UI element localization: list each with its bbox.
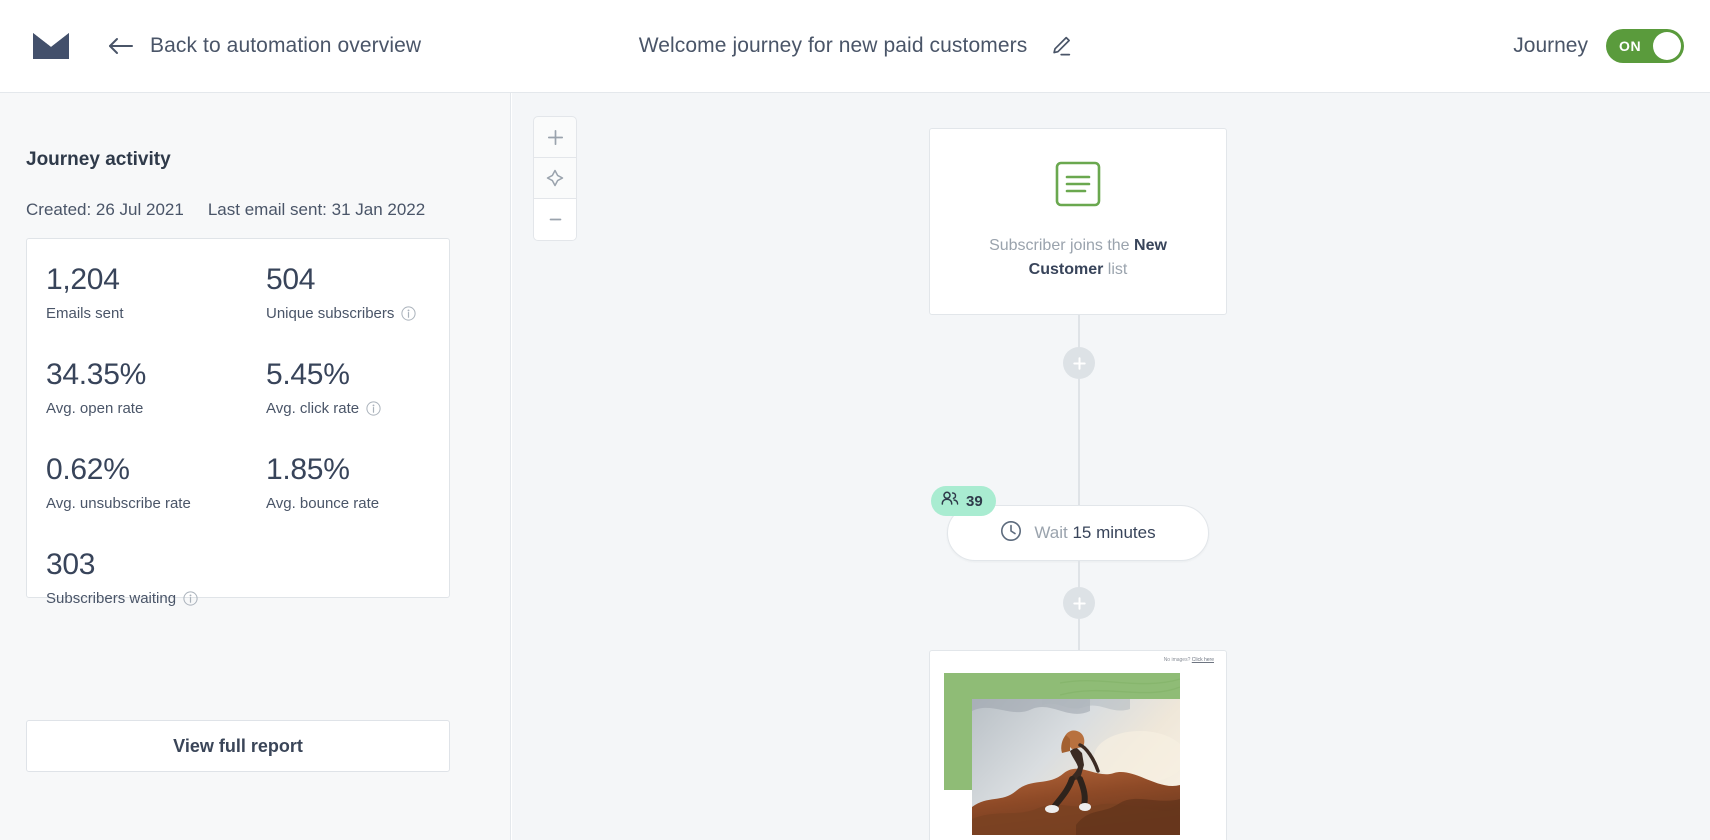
zoom-in-icon[interactable] bbox=[534, 117, 576, 158]
subscribers-in-step-badge: 39 bbox=[931, 486, 996, 516]
arrow-left-icon bbox=[108, 36, 134, 56]
hero-photo-hiker bbox=[972, 699, 1180, 835]
stats-card: 1,204 Emails sent 504 Unique subscribers bbox=[26, 238, 450, 607]
stat-value: 1,204 bbox=[46, 263, 120, 296]
stat-label: Subscribers waiting bbox=[46, 590, 266, 607]
back-link-label: Back to automation overview bbox=[150, 34, 422, 57]
stat-label: Avg. bounce rate bbox=[266, 495, 436, 512]
stat-label-text: Avg. open rate bbox=[46, 400, 144, 417]
journey-toggle-label: Journey bbox=[1513, 34, 1588, 57]
journey-on-off-toggle[interactable]: ON bbox=[1606, 29, 1684, 63]
zoom-controls bbox=[533, 116, 577, 241]
wait-node-wrapper: 39 Wait 15 minutes bbox=[931, 486, 1209, 561]
plus-icon bbox=[1072, 596, 1086, 610]
pencil-edit-icon[interactable] bbox=[1049, 35, 1071, 57]
journey-activity-sidebar: Journey activity Created: 26 Jul 2021 La… bbox=[0, 93, 511, 840]
sidebar-dates: Created: 26 Jul 2021 Last email sent: 31… bbox=[26, 200, 425, 220]
no-images-notice: No images? Click here bbox=[1164, 657, 1214, 663]
stat-avg-open-rate: 34.35% Avg. open rate bbox=[46, 358, 266, 417]
clock-icon bbox=[1000, 520, 1022, 547]
stat-emails-sent: 1,204 Emails sent bbox=[46, 263, 266, 322]
stat-label: Avg. unsubscribe rate bbox=[46, 495, 266, 512]
email-hero-image bbox=[942, 673, 1214, 840]
stat-value: 5.45% bbox=[266, 358, 350, 391]
stat-label-text: Subscribers waiting bbox=[46, 590, 177, 607]
connector-line bbox=[1078, 379, 1080, 507]
list-icon bbox=[1055, 161, 1101, 212]
stat-label-text: Unique subscribers bbox=[266, 305, 395, 322]
back-to-automation-overview-link[interactable]: Back to automation overview bbox=[108, 34, 421, 58]
wait-text-prefix: Wait bbox=[1034, 523, 1073, 542]
info-icon[interactable] bbox=[183, 591, 198, 606]
stat-value: 504 bbox=[266, 263, 316, 296]
stat-subscribers-waiting: 303 Subscribers waiting bbox=[46, 548, 266, 607]
sidebar-heading: Journey activity bbox=[26, 149, 171, 170]
no-images-link[interactable]: Click here bbox=[1192, 657, 1214, 663]
trigger-node-subscriber-joins-list[interactable]: Subscriber joins the New Customer list bbox=[929, 128, 1227, 315]
stat-label-text: Emails sent bbox=[46, 305, 124, 322]
stat-avg-unsubscribe-rate: 0.62% Avg. unsubscribe rate bbox=[46, 453, 266, 512]
info-icon[interactable] bbox=[401, 306, 417, 321]
stat-unique-subscribers: 504 Unique subscribers bbox=[266, 263, 436, 322]
zoom-out-icon[interactable] bbox=[534, 199, 576, 240]
stat-label: Emails sent bbox=[46, 305, 266, 322]
created-date-label: Created: 26 Jul 2021 bbox=[26, 200, 184, 219]
connector-line bbox=[1078, 619, 1080, 653]
add-step-button-2[interactable] bbox=[1063, 587, 1095, 619]
wait-text-bold: 15 minutes bbox=[1072, 523, 1156, 542]
stat-value: 34.35% bbox=[46, 358, 146, 391]
journey-title-group: Welcome journey for new paid customers bbox=[639, 34, 1072, 58]
no-images-text: No images? bbox=[1163, 657, 1192, 663]
stats-grid: 1,204 Emails sent 504 Unique subscribers bbox=[46, 263, 436, 607]
stat-value: 303 bbox=[46, 548, 96, 581]
add-step-button-1[interactable] bbox=[1063, 347, 1095, 379]
plus-icon bbox=[1072, 356, 1086, 370]
page-title: Welcome journey for new paid customers bbox=[638, 34, 1028, 57]
journey-toggle-group: Journey ON bbox=[1513, 29, 1684, 63]
journey-canvas[interactable]: Subscriber joins the New Customer list 3… bbox=[512, 93, 1710, 840]
people-icon bbox=[941, 491, 959, 511]
stat-value: 0.62% bbox=[46, 453, 130, 486]
email-thumbnail: No images? Click here bbox=[930, 651, 1226, 840]
fit-to-screen-icon[interactable] bbox=[534, 158, 576, 199]
trigger-text-suffix: list bbox=[1103, 261, 1128, 278]
last-email-sent-label: Last email sent: 31 Jan 2022 bbox=[207, 200, 426, 219]
automation-journey-page: Back to automation overview Welcome jour… bbox=[0, 0, 1710, 840]
trigger-text-prefix: Subscriber joins the bbox=[989, 237, 1135, 254]
info-icon[interactable] bbox=[366, 401, 381, 416]
wait-node-label: Wait 15 minutes bbox=[1034, 523, 1155, 543]
stat-label: Avg. open rate bbox=[46, 400, 266, 417]
stat-label-text: Avg. click rate bbox=[266, 400, 360, 417]
app-header: Back to automation overview Welcome jour… bbox=[0, 0, 1710, 93]
stat-avg-click-rate: 5.45% Avg. click rate bbox=[266, 358, 436, 417]
stat-value: 1.85% bbox=[266, 453, 350, 486]
stat-label-text: Avg. unsubscribe rate bbox=[46, 495, 191, 512]
trigger-node-label: Subscriber joins the New Customer list bbox=[971, 234, 1186, 282]
stat-label: Unique subscribers bbox=[266, 305, 436, 322]
view-full-report-button[interactable]: View full report bbox=[26, 720, 450, 772]
toggle-state-label: ON bbox=[1619, 38, 1642, 54]
email-node-welcome-email-part-1[interactable]: No images? Click here bbox=[929, 650, 1227, 840]
stat-label: Avg. click rate bbox=[266, 400, 436, 417]
stat-label-text: Avg. bounce rate bbox=[266, 495, 380, 512]
toggle-knob bbox=[1653, 32, 1681, 60]
mail-logo-icon[interactable] bbox=[28, 28, 74, 64]
stat-avg-bounce-rate: 1.85% Avg. bounce rate bbox=[266, 453, 436, 512]
badge-count: 39 bbox=[966, 492, 983, 510]
